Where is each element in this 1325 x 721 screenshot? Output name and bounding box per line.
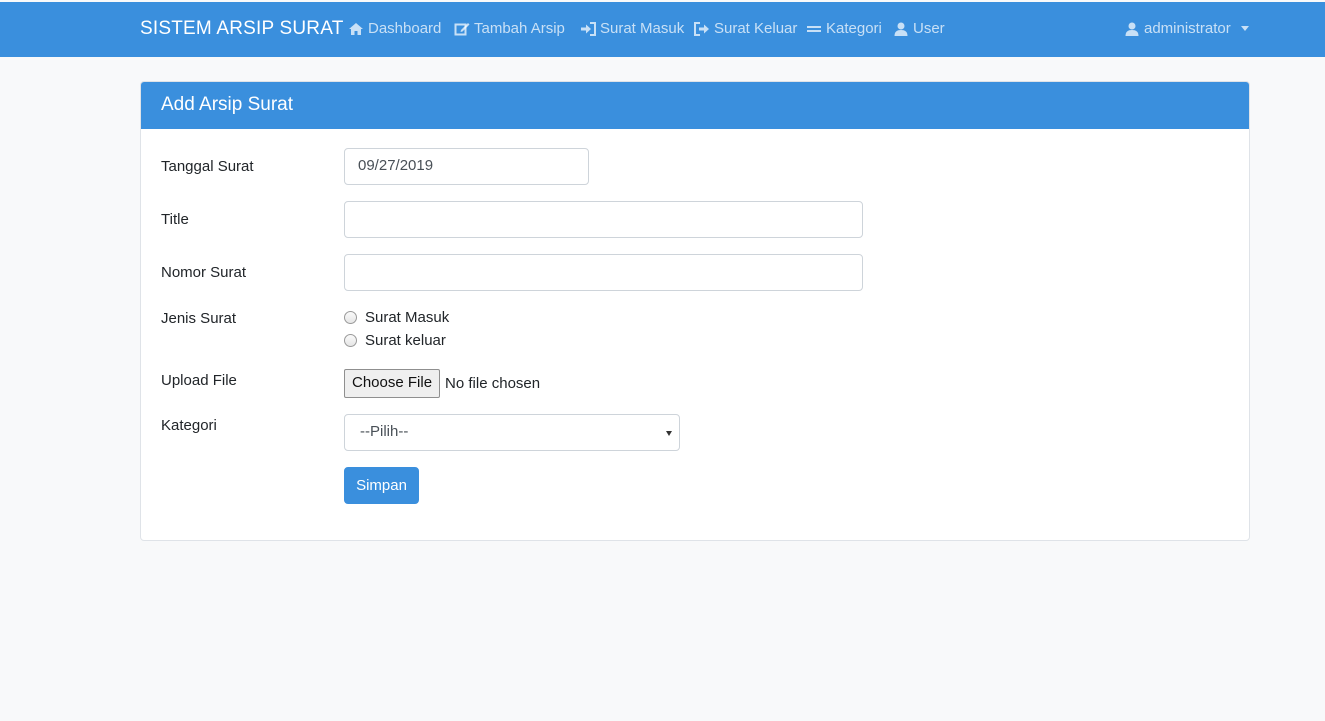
user-icon [893, 21, 909, 37]
edit-icon [454, 21, 470, 37]
sign-out-icon [694, 21, 710, 37]
nav-user[interactable]: User [893, 20, 945, 37]
sign-in-icon [580, 21, 596, 37]
nav-tambah-arsip-label: Tambah Arsip [474, 20, 565, 37]
nav-surat-masuk[interactable]: Surat Masuk [580, 20, 684, 37]
app-brand[interactable]: SISTEM ARSIP SURAT [140, 18, 344, 40]
radio-surat-masuk-label: Surat Masuk [365, 309, 450, 326]
radio-surat-keluar[interactable]: Surat keluar [344, 332, 446, 349]
nav-tambah-arsip[interactable]: Tambah Arsip [454, 20, 565, 37]
file-input[interactable]: Choose File No file chosen [344, 369, 540, 398]
title-label: Title [161, 211, 189, 228]
radio-surat-masuk[interactable]: Surat Masuk [344, 309, 449, 326]
file-status-text: No file chosen [445, 375, 541, 392]
nav-surat-keluar[interactable]: Surat Keluar [694, 20, 797, 37]
bars-icon [806, 21, 822, 37]
user-menu-label: administrator [1144, 20, 1231, 37]
radio-button[interactable] [344, 334, 357, 347]
home-icon [348, 21, 364, 37]
radio-button[interactable] [344, 311, 357, 324]
nav-dashboard[interactable]: Dashboard [348, 20, 441, 37]
dropdown-arrow-icon [666, 431, 672, 436]
caret-down-icon [1240, 26, 1249, 31]
kategori-label: Kategori [161, 417, 217, 434]
nomor-surat-input[interactable] [344, 254, 863, 291]
card-title: Add Arsip Surat [141, 82, 1249, 129]
upload-file-label: Upload File [161, 372, 237, 389]
nav-surat-keluar-label: Surat Keluar [714, 20, 798, 37]
add-arsip-card: Add Arsip Surat Tanggal Surat 09/27/2019… [140, 81, 1250, 541]
kategori-selected-value: --Pilih-- [360, 423, 409, 440]
nav-surat-masuk-label: Surat Masuk [600, 20, 685, 37]
nav-user-label: User [913, 20, 945, 37]
title-input[interactable] [344, 201, 863, 238]
nav-kategori[interactable]: Kategori [806, 20, 882, 37]
nav-kategori-label: Kategori [826, 20, 882, 37]
simpan-button[interactable]: Simpan [344, 467, 419, 504]
choose-file-button[interactable]: Choose File [344, 369, 441, 398]
user-menu-dropdown[interactable]: administrator [1124, 20, 1249, 37]
tanggal-surat-label: Tanggal Surat [161, 158, 254, 175]
tanggal-surat-input[interactable]: 09/27/2019 [344, 148, 589, 185]
user-icon [1124, 21, 1140, 37]
nav-dashboard-label: Dashboard [368, 20, 442, 37]
nomor-surat-label: Nomor Surat [161, 264, 247, 281]
kategori-select[interactable]: --Pilih-- [344, 414, 680, 451]
radio-surat-keluar-label: Surat keluar [365, 332, 446, 349]
jenis-surat-label: Jenis Surat [161, 310, 237, 327]
top-navbar: SISTEM ARSIP SURAT Dashboard Tambah Arsi… [0, 2, 1325, 57]
